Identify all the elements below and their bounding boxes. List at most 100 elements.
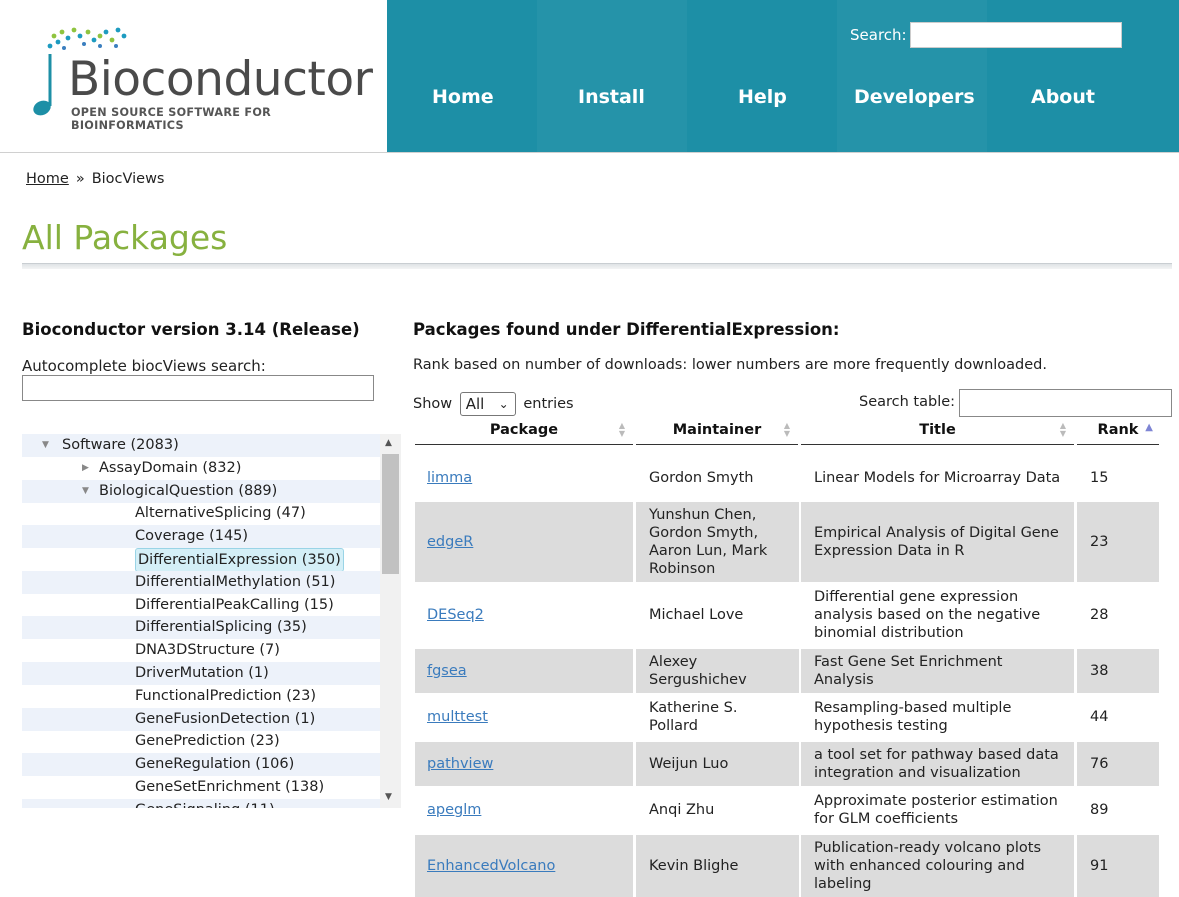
logo-tagline: OPEN SOURCE SOFTWARE FOR BIOINFORMATICS — [71, 106, 272, 132]
scroll-down-icon[interactable]: ▼ — [385, 792, 392, 802]
package-link[interactable]: pathview — [427, 755, 493, 773]
package-link[interactable]: multtest — [427, 708, 488, 726]
package-link[interactable]: limma — [427, 469, 472, 487]
tree-item[interactable]: DifferentialSplicing (35) — [22, 616, 380, 640]
tree-item[interactable]: GeneSetEnrichment (138) — [22, 776, 380, 799]
tree-item-label[interactable]: DNA3DStructure (7) — [135, 639, 280, 661]
cell-text: Katherine S. Pollard — [649, 700, 738, 734]
package-link[interactable]: apeglm — [427, 801, 481, 819]
tree-item-label[interactable]: GeneSetEnrichment (138) — [135, 776, 324, 798]
expanded-triangle-icon[interactable]: ▼ — [42, 434, 49, 456]
cell-text: Yunshun Chen, Gordon Smyth, Aaron Lun, M… — [649, 506, 768, 577]
header-divider — [0, 152, 1179, 153]
tree-item[interactable]: DifferentialExpression (350) — [22, 548, 380, 572]
package-link[interactable]: DESeq2 — [427, 606, 484, 624]
tree-item-label[interactable]: DifferentialSplicing (35) — [135, 616, 307, 638]
column-header-label: Maintainer — [672, 422, 762, 438]
entries-label: entries — [523, 396, 574, 412]
tree-item-label[interactable]: GeneRegulation (106) — [135, 753, 294, 775]
collapsed-triangle-icon[interactable]: ▶ — [82, 457, 89, 479]
tree-item[interactable]: ▶ AssayDomain (832) — [22, 457, 380, 480]
cell-rank: 15 — [1077, 456, 1159, 500]
tree-item-label[interactable]: GenePrediction (23) — [135, 730, 280, 752]
table-row: limma Gordon Smyth Linear Models for Micro… — [415, 456, 1159, 500]
nav-install[interactable]: Install — [578, 86, 645, 108]
cell-title: Empirical Analysis of Digital Gene Expre… — [801, 501, 1074, 582]
tree-item[interactable]: GeneFusionDetection (1) — [22, 707, 380, 731]
rank-note: Rank based on number of downloads: lower… — [413, 357, 1047, 373]
tree-item-label[interactable]: GeneFusionDetection (1) — [135, 708, 315, 730]
search-table-input[interactable] — [959, 389, 1172, 417]
tree-item-label[interactable]: DriverMutation (1) — [135, 662, 269, 684]
tree-item[interactable]: Coverage (145) — [22, 525, 380, 549]
site-header: Bioconductor OPEN SOURCE SOFTWARE FOR BI… — [0, 0, 1179, 153]
cell-maintainer: Anqi Zhu — [636, 787, 799, 833]
tree-item[interactable]: GenePrediction (23) — [22, 730, 380, 753]
tree-item-label[interactable]: Software (2083) — [62, 434, 179, 456]
column-header-label: Title — [919, 422, 956, 438]
tree-item-label[interactable]: GeneSignaling (11) — [135, 799, 275, 808]
tree-item-label[interactable]: DifferentialPeakCalling (15) — [135, 594, 334, 616]
logo[interactable]: Bioconductor OPEN SOURCE SOFTWARE FOR BI… — [0, 0, 387, 153]
nav-about[interactable]: About — [1031, 86, 1095, 108]
package-link[interactable]: fgsea — [427, 662, 467, 680]
tree-item[interactable]: GeneSignaling (11) — [22, 798, 380, 808]
cell-maintainer: Gordon Smyth — [636, 456, 799, 500]
tree-item-label[interactable]: AlternativeSplicing (47) — [135, 502, 306, 524]
column-header-title[interactable]: Title ▲ ▼ — [801, 422, 1074, 445]
tree-item[interactable]: AlternativeSplicing (47) — [22, 502, 380, 525]
tree-item[interactable]: GeneRegulation (106) — [22, 753, 380, 777]
package-link[interactable]: EnhancedVolcano — [427, 857, 555, 875]
cell-package: pathview — [415, 741, 633, 786]
expanded-triangle-icon[interactable]: ▼ — [82, 480, 89, 502]
tree-item-label[interactable]: BiologicalQuestion (889) — [99, 480, 277, 502]
cell-text: Linear Models for Microarray Data — [814, 470, 1061, 486]
autocomplete-input[interactable] — [22, 375, 374, 401]
cell-package: multtest — [415, 694, 633, 740]
nav-home[interactable]: Home — [432, 86, 494, 108]
column-header-maintainer[interactable]: Maintainer ▲ ▼ — [636, 422, 798, 445]
version-heading: Bioconductor version 3.14 (Release) — [22, 320, 360, 339]
tree-item-label[interactable]: DifferentialMethylation (51) — [135, 571, 335, 593]
cell-rank: 89 — [1077, 787, 1159, 833]
tree-item[interactable]: DriverMutation (1) — [22, 662, 380, 685]
nav-developers[interactable]: Developers — [854, 86, 975, 108]
column-header-package[interactable]: Package ▲ ▼ — [415, 422, 633, 445]
cell-title: Fast Gene Set Enrichment Analysis — [801, 648, 1074, 693]
tree-item[interactable]: DNA3DStructure (7) — [22, 639, 380, 662]
cell-text: 91 — [1090, 857, 1109, 874]
top-nav: Search: Home Install Help Developers Abo… — [387, 0, 1179, 153]
cell-maintainer: Katherine S. Pollard — [636, 694, 799, 740]
cell-text: 15 — [1090, 470, 1109, 486]
tree-item[interactable]: DifferentialMethylation (51) — [22, 570, 380, 594]
cell-package: EnhancedVolcano — [415, 834, 633, 897]
tree-item-label-selected[interactable]: DifferentialExpression (350) — [135, 548, 344, 572]
tree-item[interactable]: ▼ Software (2083) — [22, 434, 380, 457]
tree-item-label[interactable]: Coverage (145) — [135, 525, 248, 547]
package-link[interactable]: edgeR — [427, 533, 473, 551]
cell-text: Weijun Luo — [649, 755, 729, 772]
cell-maintainer: Weijun Luo — [636, 741, 799, 786]
tree-item-label[interactable]: FunctionalPrediction (23) — [135, 685, 316, 707]
tree-item[interactable]: FunctionalPrediction (23) — [22, 685, 380, 708]
cell-package: apeglm — [415, 787, 633, 833]
table-row: pathview Weijun Luo a tool set for pathway… — [415, 741, 1159, 786]
page-title: All Packages — [22, 218, 228, 257]
nav-help[interactable]: Help — [738, 86, 787, 108]
column-header-label: Rank — [1097, 422, 1139, 438]
tree-item[interactable]: ▼ BiologicalQuestion (889) — [22, 479, 380, 503]
tree-item[interactable]: DifferentialPeakCalling (15) — [22, 594, 380, 617]
breadcrumb-home-link[interactable]: Home — [26, 171, 69, 187]
scroll-thumb[interactable] — [382, 454, 399, 574]
cell-text: a tool set for pathway based data integr… — [814, 746, 1059, 781]
cell-title: Linear Models for Microarray Data — [801, 456, 1074, 500]
cell-text: Michael Love — [649, 607, 744, 623]
sort-icon: ▲ ▼ — [618, 421, 625, 438]
show-label: Show — [413, 396, 453, 412]
scroll-up-icon[interactable]: ▲ — [385, 438, 392, 448]
column-header-rank[interactable]: Rank ▲ — [1077, 422, 1159, 445]
tree-scrollbar[interactable]: ▲ ▼ — [380, 434, 401, 808]
entries-select[interactable]: All ⌄ — [459, 392, 516, 416]
site-search-input[interactable] — [910, 22, 1122, 48]
tree-item-label[interactable]: AssayDomain (832) — [99, 457, 241, 479]
